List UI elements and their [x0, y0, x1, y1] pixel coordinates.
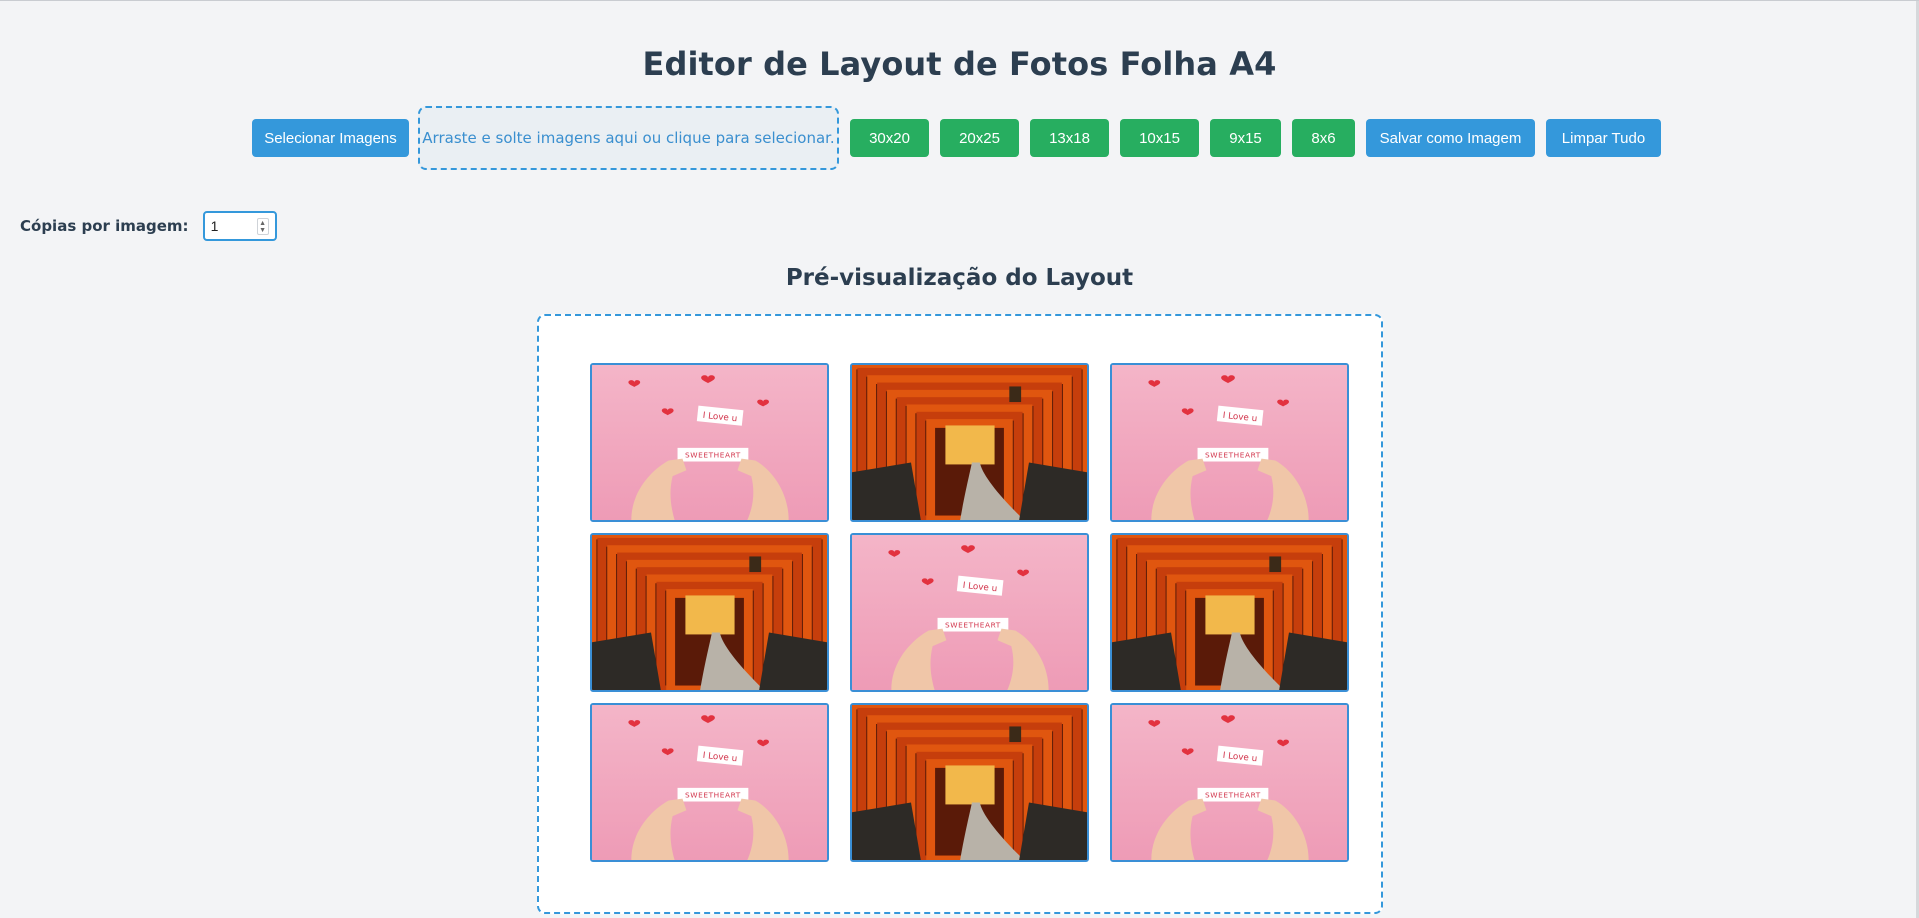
page-title: Editor de Layout de Fotos Folha A4 [642, 45, 1277, 83]
size-8x6-button[interactable]: 8x6 [1292, 119, 1355, 157]
svg-text:SWEETHEART: SWEETHEART [1205, 791, 1261, 800]
torii-photo[interactable] [850, 363, 1089, 522]
size-13x18-button[interactable]: 13x18 [1030, 119, 1109, 157]
hearts-photo[interactable]: I Love u SWEETHEART [1110, 703, 1349, 862]
select-images-button[interactable]: Selecionar Imagens [252, 119, 409, 157]
size-30x20-button[interactable]: 30x20 [850, 119, 929, 157]
svg-text:SWEETHEART: SWEETHEART [685, 451, 741, 460]
a4-preview-sheet: I Love u SWEETHEART I Love u SWEETHEART [537, 314, 1383, 914]
svg-text:SWEETHEART: SWEETHEART [1205, 451, 1261, 460]
torii-photo[interactable] [590, 533, 829, 692]
copies-label: Cópias por imagem: [20, 217, 189, 235]
drop-zone-text: Arraste e solte imagens aqui ou clique p… [422, 129, 835, 147]
size-20x25-button[interactable]: 20x25 [940, 119, 1019, 157]
size-10x15-button[interactable]: 10x15 [1120, 119, 1199, 157]
copies-value: 1 [210, 218, 219, 234]
svg-text:SWEETHEART: SWEETHEART [685, 791, 741, 800]
torii-photo[interactable] [1110, 533, 1349, 692]
hearts-photo[interactable]: I Love u SWEETHEART [1110, 363, 1349, 522]
copies-control: Cópias por imagem: 1 ▲ ▼ [20, 211, 277, 241]
save-image-button[interactable]: Salvar como Imagem [1366, 119, 1535, 157]
drop-zone[interactable]: Arraste e solte imagens aqui ou clique p… [418, 106, 839, 170]
hearts-photo[interactable]: I Love u SWEETHEART [590, 363, 829, 522]
clear-all-button[interactable]: Limpar Tudo [1546, 119, 1661, 157]
hearts-photo[interactable]: I Love u SWEETHEART [590, 703, 829, 862]
svg-text:SWEETHEART: SWEETHEART [945, 621, 1001, 630]
preview-title: Pré-visualização do Layout [785, 265, 1134, 291]
size-9x15-button[interactable]: 9x15 [1210, 119, 1281, 157]
copies-input[interactable]: 1 ▲ ▼ [202, 211, 277, 241]
hearts-photo[interactable]: I Love u SWEETHEART [850, 533, 1089, 692]
spinner-arrows-icon[interactable]: ▲ ▼ [256, 218, 269, 235]
torii-photo[interactable] [850, 703, 1089, 862]
toolbar: Selecionar Imagens Arraste e solte image… [252, 106, 1672, 170]
